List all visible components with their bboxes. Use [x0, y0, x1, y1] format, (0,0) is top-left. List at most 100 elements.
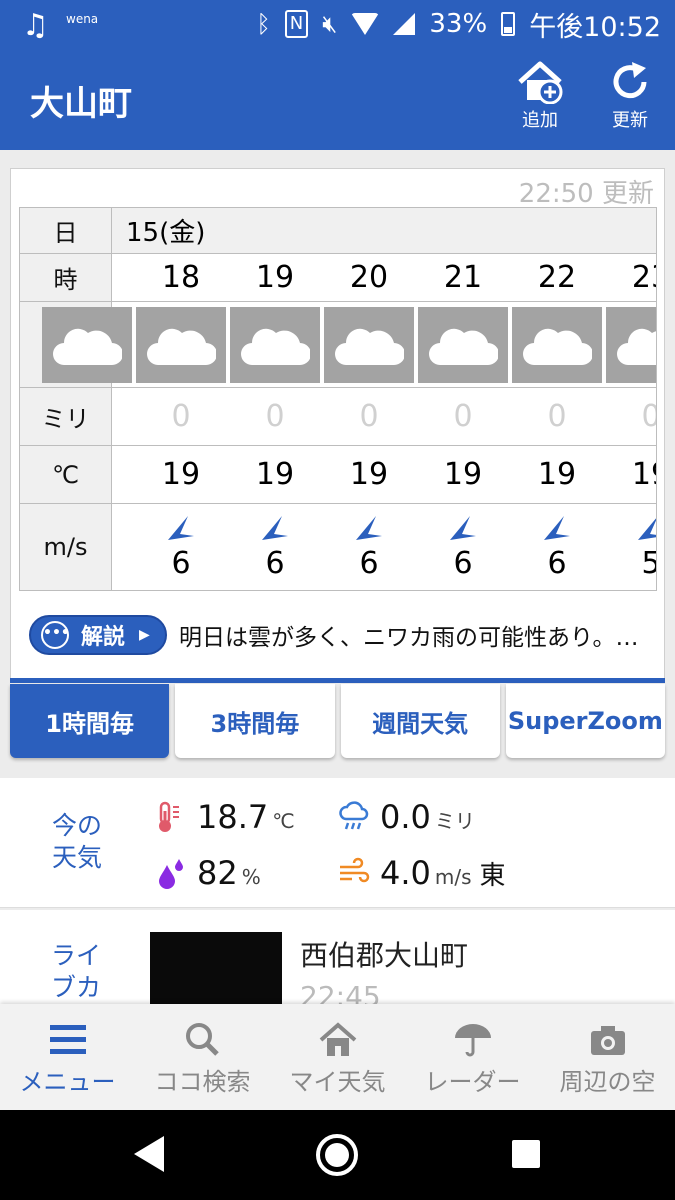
hour-cell: 20: [322, 254, 416, 301]
thermometer-icon: [159, 801, 179, 832]
temp-cell: 19: [510, 446, 604, 503]
row-header-wind: m/s: [20, 504, 112, 590]
cloudy-icon: [324, 306, 414, 383]
day-value: 15(金): [126, 218, 206, 248]
precip-cell: 0: [228, 388, 322, 445]
precip-value: 0: [641, 399, 656, 434]
live-camera-section[interactable]: ライブカメラ 西伯郡大山町 22:45: [0, 910, 675, 1010]
temp-value: 18.7: [197, 798, 269, 836]
temp-cell-value: 19: [161, 457, 201, 492]
weather-cell: [134, 302, 228, 387]
forecast-card: 22:50 更新 日 15(金) 時 18 19 20 21 22 23 天気 ミリ 0 0…: [10, 168, 665, 680]
battery-icon: [501, 12, 516, 36]
temp-cell: 19: [604, 446, 656, 503]
current-humidity: 82 %: [155, 854, 261, 892]
wind-arrow-icon: [638, 517, 656, 540]
cloudy-icon: [42, 306, 132, 383]
hourly-table[interactable]: 日 15(金) 時 18 19 20 21 22 23 天気 ミリ 0 0 0 0 0 0 ℃ 19…: [19, 207, 657, 591]
recent-apps-icon[interactable]: [512, 1140, 540, 1168]
cloudy-icon: [512, 306, 602, 383]
nfc-icon: N: [284, 10, 309, 38]
nav-nearby-sky[interactable]: 周辺の空: [540, 1004, 675, 1110]
nav-search[interactable]: ココ検索: [135, 1004, 270, 1110]
precip-value: 0: [547, 399, 567, 434]
current-weather[interactable]: 今の天気 18.7 ℃ 0.0 ミリ 82 % 4.0 m/s 東: [0, 778, 675, 908]
commentary-button-label: 解説: [81, 625, 126, 650]
music-note-icon: ♫: [22, 8, 49, 43]
weather-cell: [604, 302, 656, 387]
nav-my-weather[interactable]: マイ天気: [270, 1004, 405, 1110]
add-button[interactable]: 追加: [505, 60, 575, 132]
temp-cell-value: 19: [631, 457, 656, 492]
temp-cell: 19: [228, 446, 322, 503]
tab-superzoom[interactable]: SuperZoom: [505, 684, 665, 758]
hour-row: 時 18 19 20 21 22 23: [20, 254, 656, 302]
weather-cell: [322, 302, 416, 387]
wind-speed-value: 6: [265, 545, 285, 581]
precip-cell: 0: [510, 388, 604, 445]
comment-row: ••• 解説 ▶ 明日は雲が多く、ニワカ雨の可能性あり。…: [29, 615, 639, 655]
precip-cell: 0: [134, 388, 228, 445]
tab-3hourly[interactable]: 3時間毎: [175, 684, 335, 758]
wifi-icon: [351, 13, 380, 35]
temp-cell: 19: [134, 446, 228, 503]
mute-icon: 🔇︎: [322, 10, 338, 38]
hour-cell: 19: [228, 254, 322, 301]
current-temp: 18.7 ℃: [155, 798, 295, 836]
back-icon[interactable]: [134, 1136, 164, 1172]
bluetooth-icon: ᛒ: [256, 10, 271, 38]
search-icon: [185, 1023, 219, 1056]
temp-cell: 19: [322, 446, 416, 503]
camera-thumbnail[interactable]: [150, 932, 282, 1010]
current-rain: 0.0 ミリ: [338, 798, 475, 836]
comment-text[interactable]: 明日は雲が多く、ニワカ雨の可能性あり。…: [179, 618, 639, 652]
refresh-label: 更新: [612, 110, 648, 131]
precip-cell: 0: [416, 388, 510, 445]
precip-value: 0: [171, 399, 191, 434]
nav-search-label: ココ検索: [154, 1068, 251, 1096]
nav-nearby-sky-label: 周辺の空: [559, 1068, 656, 1096]
day-row: 日 15(金): [20, 208, 656, 254]
home-button-icon[interactable]: [316, 1134, 358, 1176]
wind-cell: 5: [604, 504, 656, 590]
nav-radar[interactable]: レーダー: [405, 1004, 540, 1110]
rain-cloud-icon: [339, 801, 369, 830]
temp-cell-value: 19: [443, 457, 483, 492]
signal-icon: [393, 13, 416, 35]
carrier-text: wena: [66, 12, 99, 26]
tab-divider: [10, 678, 665, 683]
battery-percent: 33%: [429, 9, 488, 39]
precip-value: 0: [359, 399, 379, 434]
hour-value: 20: [349, 260, 389, 295]
camera-location: 西伯郡大山町: [300, 939, 469, 972]
hour-cell: 22: [510, 254, 604, 301]
hour-cell: 18: [134, 254, 228, 301]
tab-weekly[interactable]: 週間天気: [340, 684, 500, 758]
wind-cell: 6: [134, 504, 228, 590]
hour-value: 22: [537, 260, 577, 295]
chevron-right-icon: ▶: [139, 627, 150, 643]
weather-cell: [510, 302, 604, 387]
humidity-unit: %: [241, 865, 261, 889]
tab-hourly[interactable]: 1時間毎: [10, 684, 170, 758]
wind-direction: 東: [479, 861, 506, 891]
weather-cell-partial: [40, 302, 134, 387]
hour-value: 19: [255, 260, 295, 295]
umbrella-icon: [454, 1024, 491, 1057]
hour-value: 18: [161, 260, 201, 295]
rain-value: 0.0: [380, 798, 431, 836]
add-home-icon: [518, 61, 563, 104]
page-title: 大山町: [30, 84, 132, 124]
weather-cell: [228, 302, 322, 387]
nav-radar-label: レーダー: [424, 1068, 521, 1096]
wind-speed-value: 6: [453, 545, 473, 581]
commentary-button[interactable]: ••• 解説 ▶: [29, 615, 167, 655]
wind-unit: m/s: [434, 865, 472, 889]
menu-icon: [49, 1025, 86, 1054]
refresh-button[interactable]: 更新: [595, 60, 665, 132]
cloudy-icon: [418, 306, 508, 383]
cloudy-icon: [136, 306, 226, 383]
current-wind: 4.0 m/s 東: [338, 854, 506, 892]
nav-menu[interactable]: メニュー: [0, 1004, 135, 1110]
wind-icon: [340, 857, 370, 883]
